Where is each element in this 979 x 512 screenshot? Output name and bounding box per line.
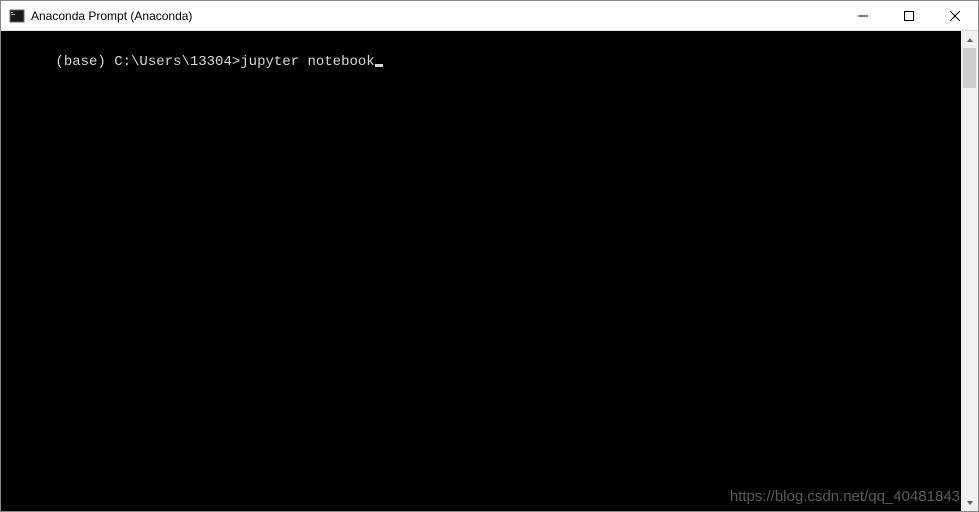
scroll-up-arrow[interactable]	[961, 31, 978, 48]
window-title: Anaconda Prompt (Anaconda)	[31, 9, 840, 23]
application-window: Anaconda Prompt (Anaconda) (base) C:\Use…	[0, 0, 979, 512]
close-button[interactable]	[932, 1, 978, 30]
maximize-button[interactable]	[886, 1, 932, 30]
prompt-text: (base) C:\Users\13304>	[55, 54, 240, 70]
titlebar[interactable]: Anaconda Prompt (Anaconda)	[1, 1, 978, 31]
minimize-button[interactable]	[840, 1, 886, 30]
scroll-thumb[interactable]	[963, 48, 976, 88]
terminal[interactable]: (base) C:\Users\13304>jupyter notebook	[1, 31, 961, 511]
vertical-scrollbar[interactable]	[961, 31, 978, 511]
client-area: (base) C:\Users\13304>jupyter notebook h…	[1, 31, 978, 511]
app-icon	[9, 8, 25, 24]
window-controls	[840, 1, 978, 30]
command-text: jupyter notebook	[240, 54, 374, 70]
cursor	[375, 64, 383, 67]
scroll-down-arrow[interactable]	[961, 494, 978, 511]
scroll-track[interactable]	[961, 48, 978, 494]
